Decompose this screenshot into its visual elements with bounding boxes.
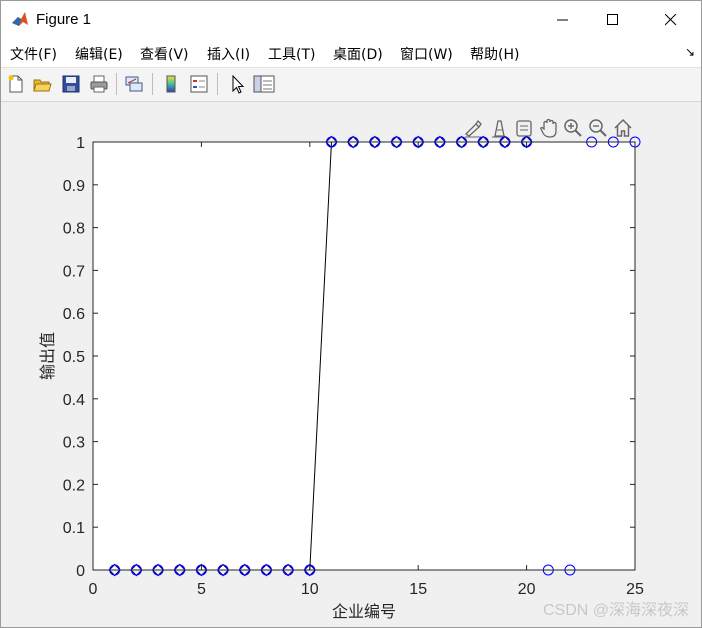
y-tick-label: 0.3 [63, 435, 85, 452]
figure-toolbar [1, 68, 701, 102]
axes-background [93, 142, 635, 570]
menu-view[interactable]: 查看(V) [140, 44, 189, 64]
x-tick-label: 5 [197, 581, 206, 598]
minimize-button[interactable] [540, 1, 586, 39]
save-icon [62, 75, 80, 93]
menu-desktop[interactable]: 桌面(D) [333, 44, 383, 64]
menu-insert[interactable]: 插入(I) [207, 44, 250, 64]
print-button[interactable] [87, 72, 111, 96]
y-axis-label: 输出值 [38, 332, 57, 380]
y-tick-label: 0.6 [63, 306, 85, 323]
figure-window: Figure 1 文件(F) 编辑(E) 查看(V) 插入(I) 工具(T) 桌… [0, 0, 702, 628]
close-icon [665, 14, 677, 26]
matlab-logo-icon [11, 10, 29, 28]
colorbar-icon [166, 75, 176, 93]
legend-icon [190, 75, 208, 93]
property-inspector-icon [253, 75, 275, 93]
watermark: CSDN @深海深夜深 [543, 601, 689, 619]
x-tick-label: 15 [409, 581, 427, 598]
select-cursor-button[interactable] [225, 72, 249, 96]
menu-help[interactable]: 帮助(H) [470, 44, 519, 64]
maximize-button[interactable] [590, 1, 636, 39]
y-tick-label: 0.4 [63, 392, 85, 409]
print-icon [90, 75, 108, 93]
select-cursor-icon [232, 74, 245, 94]
x-axis-label: 企业编号 [332, 602, 396, 621]
window-title: Figure 1 [36, 11, 92, 28]
new-figure-button[interactable] [4, 72, 28, 96]
minimize-icon [557, 19, 568, 21]
y-tick-label: 0.1 [63, 520, 85, 537]
toolbar-separator [116, 73, 117, 95]
y-tick-label: 1 [76, 135, 85, 152]
menu-bar: 文件(F) 编辑(E) 查看(V) 插入(I) 工具(T) 桌面(D) 窗口(W… [1, 39, 701, 68]
x-tick-label: 10 [301, 581, 319, 598]
toolbar-separator [217, 73, 218, 95]
x-tick-label: 25 [626, 581, 644, 598]
colorbar-button[interactable] [159, 72, 183, 96]
open-file-button[interactable] [30, 72, 54, 96]
menu-window[interactable]: 窗口(W) [400, 44, 453, 64]
maximize-icon [607, 14, 618, 25]
legend-button[interactable] [187, 72, 211, 96]
x-tick-label: 20 [518, 581, 536, 598]
plot-axes[interactable]: 0 5 10 15 20 2500.10.20.30.40.50.60.70.80.91 … [1, 102, 701, 627]
close-button[interactable] [648, 1, 694, 39]
y-tick-label: 0.5 [63, 349, 85, 366]
y-tick-label: 0.8 [63, 221, 85, 238]
y-tick-label: 0.7 [63, 263, 85, 280]
menu-edit[interactable]: 编辑(E) [75, 44, 123, 64]
y-tick-label: 0.2 [63, 477, 85, 494]
y-tick-label: 0.9 [63, 178, 85, 195]
save-button[interactable] [59, 72, 83, 96]
menu-file[interactable]: 文件(F) [10, 44, 57, 64]
y-tick-label: 0 [76, 563, 85, 580]
dock-arrow-icon[interactable]: ↘ [685, 45, 695, 59]
link-plot-icon [125, 76, 143, 92]
toolbar-separator [152, 73, 153, 95]
title-bar[interactable]: Figure 1 [1, 1, 701, 39]
link-plot-button[interactable] [122, 72, 146, 96]
menu-tools[interactable]: 工具(T) [268, 44, 315, 64]
open-file-icon [33, 79, 52, 92]
x-tick-label: 0 [89, 581, 98, 598]
property-inspector-button[interactable] [252, 72, 276, 96]
new-figure-icon [8, 75, 23, 93]
